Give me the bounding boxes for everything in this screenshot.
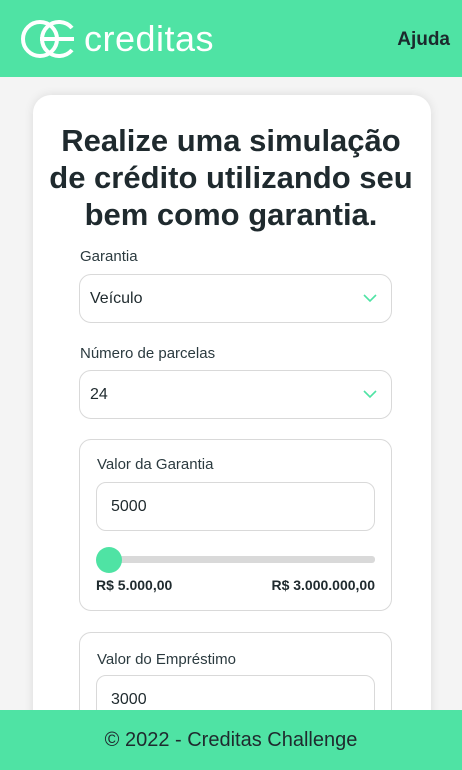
installments-select-value: 24 bbox=[90, 385, 108, 403]
loan-amount-label: Valor do Empréstimo bbox=[97, 651, 236, 668]
guarantee-max-label: R$ 3.000.000,00 bbox=[271, 577, 375, 593]
chevron-down-icon bbox=[363, 390, 377, 399]
installments-label: Número de parcelas bbox=[80, 345, 216, 362]
guarantee-label: Garantia bbox=[80, 248, 138, 265]
creditas-logo[interactable]: creditas bbox=[20, 18, 214, 60]
guarantee-min-label: R$ 5.000,00 bbox=[96, 577, 173, 593]
guarantee-amount-value: 5000 bbox=[111, 497, 147, 515]
guarantee-amount-input[interactable]: 5000 bbox=[96, 482, 375, 531]
loan-amount-value: 3000 bbox=[111, 690, 147, 708]
guarantee-select-value: Veículo bbox=[90, 289, 143, 307]
help-link[interactable]: Ajuda bbox=[397, 29, 450, 51]
page-title: Realize uma simulação de crédito utiliza… bbox=[49, 123, 413, 232]
guarantee-amount-label: Valor da Garantia bbox=[97, 456, 214, 473]
guarantee-slider-track[interactable] bbox=[110, 556, 375, 563]
footer-text: © 2022 - Creditas Challenge bbox=[104, 728, 358, 751]
chevron-down-icon bbox=[363, 294, 377, 303]
app-header: creditas Ajuda bbox=[0, 0, 462, 77]
creditas-logo-icon bbox=[21, 19, 74, 58]
installments-select[interactable]: 24 bbox=[79, 370, 392, 419]
guarantee-select[interactable]: Veículo bbox=[79, 274, 392, 323]
app-footer: © 2022 - Creditas Challenge bbox=[0, 710, 462, 770]
brand-name: creditas bbox=[84, 17, 215, 59]
guarantee-slider-thumb[interactable] bbox=[96, 547, 122, 573]
